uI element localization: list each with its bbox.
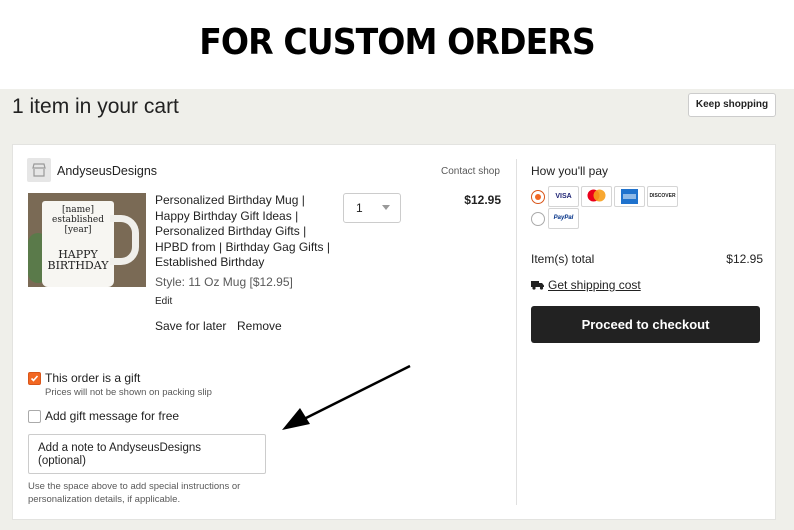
mug-text: [name] established [year] bbox=[42, 205, 114, 235]
mug-line-3: [year] bbox=[64, 225, 92, 235]
gift-subtext: Prices will not be shown on packing slip bbox=[45, 387, 212, 398]
payment-radio-paypal[interactable] bbox=[531, 212, 545, 226]
mug-handle bbox=[110, 215, 139, 265]
items-total-value: $12.95 bbox=[726, 252, 763, 266]
edit-link[interactable]: Edit bbox=[155, 296, 172, 307]
mug-line-1: [name] bbox=[61, 205, 95, 215]
truck-icon bbox=[531, 281, 544, 290]
remove-link[interactable]: Remove bbox=[237, 319, 282, 333]
gift-checkbox[interactable] bbox=[28, 372, 41, 385]
banner: FOR CUSTOM ORDERS bbox=[0, 0, 794, 89]
item-price: $12.95 bbox=[464, 193, 501, 207]
chevron-down-icon bbox=[382, 205, 390, 210]
seller-note-placeholder: Add a note to AndyseusDesigns (optional) bbox=[38, 442, 202, 467]
mug-happy-birthday: HAPPY BIRTHDAY bbox=[42, 249, 114, 271]
shop-name[interactable]: AndyseusDesigns bbox=[57, 164, 157, 178]
payment-heading: How you'll pay bbox=[531, 164, 608, 178]
discover-icon: DISCOVER bbox=[647, 186, 678, 207]
seller-note-field[interactable]: Add a note to AndyseusDesigns (optional) bbox=[28, 434, 266, 474]
cart-card: AndyseusDesigns Contact shop [name] esta… bbox=[12, 144, 776, 520]
checkout-button[interactable]: Proceed to checkout bbox=[531, 306, 760, 343]
mug-line-2: established bbox=[52, 215, 104, 225]
quantity-select[interactable]: 1 bbox=[343, 193, 401, 223]
amex-icon bbox=[614, 186, 645, 207]
payment-radio-cards[interactable] bbox=[531, 190, 545, 204]
product-image[interactable]: [name] established [year] HAPPY BIRTHDAY bbox=[28, 193, 146, 287]
mug-line-5: BIRTHDAY bbox=[47, 259, 109, 272]
save-for-later-link[interactable]: Save for later bbox=[155, 319, 226, 333]
column-divider bbox=[516, 159, 517, 505]
cart-page: 1 item in your cart Keep shopping Andyse… bbox=[0, 89, 794, 530]
keep-shopping-button[interactable]: Keep shopping bbox=[688, 93, 776, 117]
paypal-icon: PayPal bbox=[548, 208, 579, 229]
shipping-cost-link[interactable]: Get shipping cost bbox=[548, 278, 641, 292]
shop-icon bbox=[27, 158, 51, 182]
items-total-label: Item(s) total bbox=[531, 252, 595, 266]
cart-heading: 1 item in your cart bbox=[12, 95, 179, 118]
quantity-value: 1 bbox=[356, 201, 363, 215]
visa-icon: VISA bbox=[548, 186, 579, 207]
seller-note-help: Use the space above to add special instr… bbox=[28, 481, 241, 505]
banner-title: FOR CUSTOM ORDERS bbox=[199, 22, 596, 63]
mastercard-icon bbox=[581, 186, 612, 207]
gift-label: This order is a gift bbox=[45, 371, 141, 385]
product-style: Style: 11 Oz Mug [$12.95] bbox=[155, 275, 293, 289]
gift-message-checkbox[interactable] bbox=[28, 410, 41, 423]
check-icon bbox=[30, 375, 39, 382]
product-title[interactable]: Personalized Birthday Mug | Happy Birthd… bbox=[155, 193, 335, 271]
contact-shop-link[interactable]: Contact shop bbox=[441, 166, 500, 177]
gift-message-label: Add gift message for free bbox=[45, 409, 180, 423]
annotation-arrow bbox=[282, 364, 411, 430]
